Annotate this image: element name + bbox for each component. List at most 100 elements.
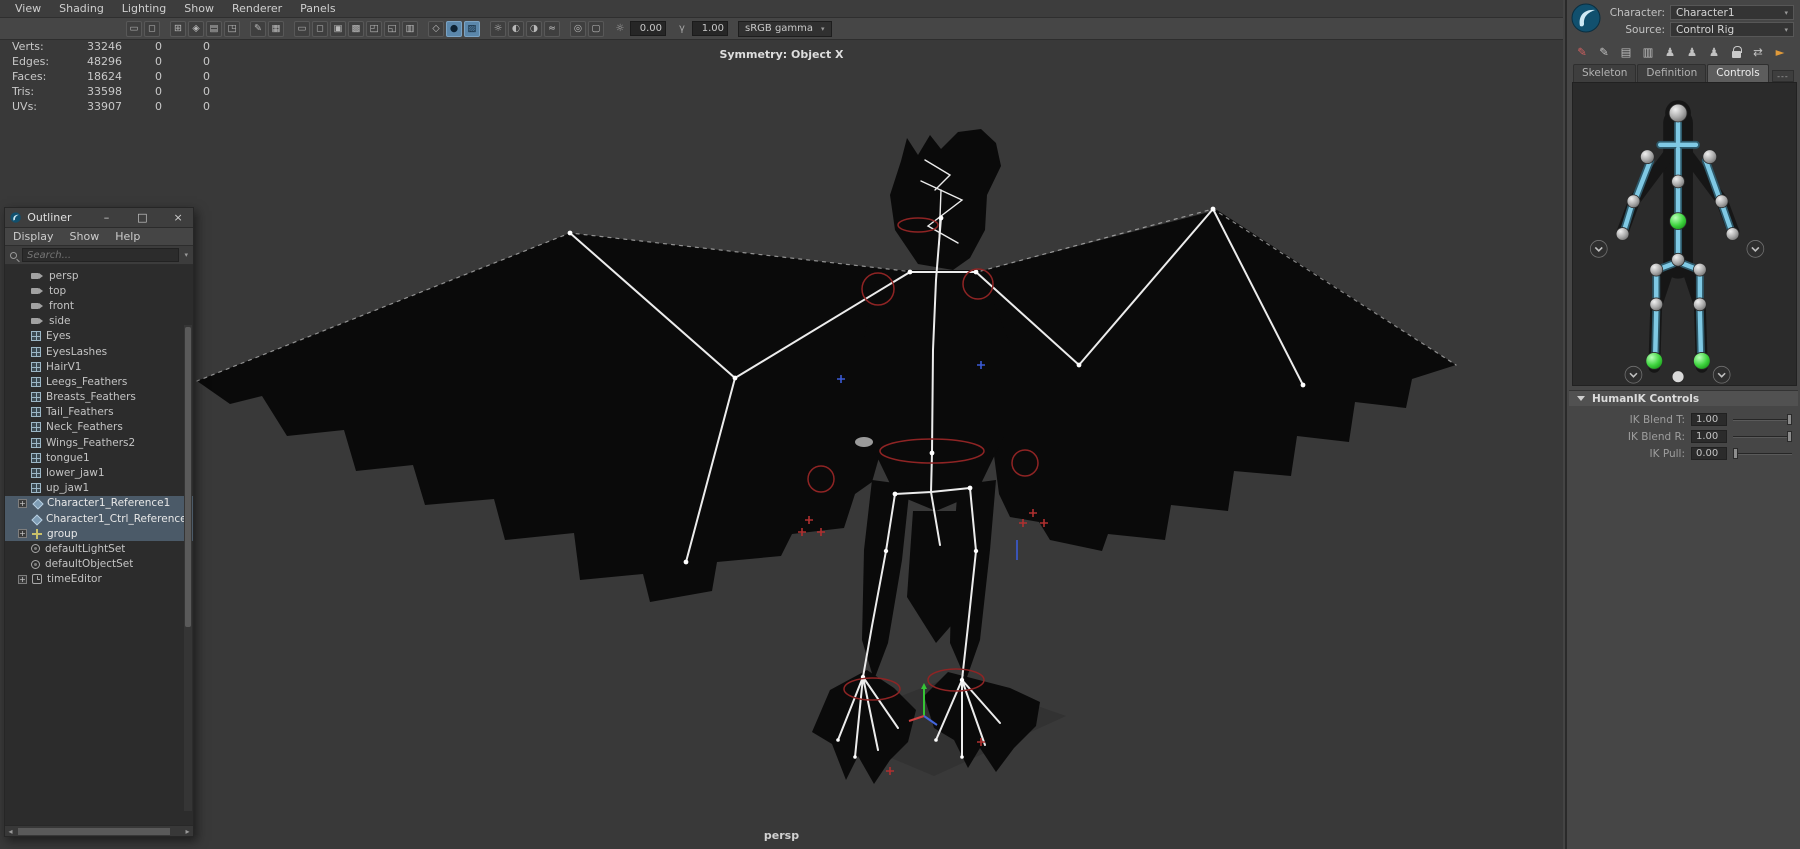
- character-dropdown[interactable]: Character1 ▾: [1670, 5, 1794, 20]
- menu-view[interactable]: View: [6, 1, 50, 16]
- outliner-menu-display[interactable]: Display: [13, 230, 54, 243]
- viewport[interactable]: Verts: 33246 0 0 Edges: 48296 0 0 Faces: 18624 0…: [0, 40, 1563, 849]
- gamma-field[interactable]: 1.00: [692, 21, 728, 36]
- camera-attributes-icon[interactable]: ⊞: [170, 20, 186, 37]
- mirror-icon[interactable]: ⇄: [1750, 44, 1766, 60]
- stance-pose-icon[interactable]: ♟: [1706, 44, 1722, 60]
- menu-panels[interactable]: Panels: [291, 1, 344, 16]
- outliner-item-side[interactable]: side: [5, 314, 193, 329]
- tab-skeleton[interactable]: Skeleton: [1573, 64, 1637, 82]
- ik-pull-field[interactable]: 0.00: [1691, 447, 1727, 460]
- resolution-gate-icon[interactable]: ◻: [312, 20, 328, 37]
- outliner-item-eyeslashes[interactable]: EyesLashes: [5, 344, 193, 359]
- humanik-controls-section-header[interactable]: HumanIK Controls: [1569, 390, 1798, 406]
- grid-icon[interactable]: ▦: [268, 20, 284, 37]
- hud-toggle-icon[interactable]: ▥: [402, 20, 418, 37]
- close-button[interactable]: ×: [171, 211, 185, 224]
- menu-shading[interactable]: Shading: [50, 1, 113, 16]
- outliner-tree[interactable]: persp top front side Eyes EyesLashes Hai…: [5, 265, 193, 825]
- ik-blend-t-field[interactable]: 1.00: [1691, 413, 1727, 426]
- ik-blend-r-slider[interactable]: [1733, 430, 1792, 443]
- slider-knob[interactable]: [1787, 414, 1792, 425]
- outliner-titlebar[interactable]: Outliner – □ ×: [5, 208, 193, 228]
- exposure-field[interactable]: 0.00: [630, 21, 666, 36]
- lights-icon[interactable]: ☼: [490, 20, 506, 37]
- outliner-item-eyes[interactable]: Eyes: [5, 329, 193, 344]
- tab-controls[interactable]: Controls: [1707, 64, 1769, 82]
- bake-arrow-icon[interactable]: ►: [1772, 44, 1788, 60]
- safe-title-icon[interactable]: ◱: [384, 20, 400, 37]
- tab-definition[interactable]: Definition: [1637, 64, 1707, 82]
- outliner-item-persp[interactable]: persp: [5, 268, 193, 283]
- right-leg-expand-button[interactable]: [1712, 365, 1731, 384]
- outliner-menu-show[interactable]: Show: [70, 230, 100, 243]
- outliner-item-breasts-feathers[interactable]: Breasts_Feathers: [5, 390, 193, 405]
- tab-menu-button[interactable]: ---: [1772, 70, 1794, 82]
- outliner-horizontal-scrollbar[interactable]: ◂ ▸: [5, 825, 193, 836]
- source-dropdown[interactable]: Control Rig ▾: [1670, 22, 1794, 37]
- outliner-item-group[interactable]: + group: [5, 526, 193, 542]
- outliner-item-tongue1[interactable]: tongue1: [5, 450, 193, 465]
- skeleton-figure-icon[interactable]: ♟: [1684, 44, 1700, 60]
- menu-lighting[interactable]: Lighting: [113, 1, 175, 16]
- shadows-icon[interactable]: ◐: [508, 20, 524, 37]
- scroll-left-icon[interactable]: ◂: [5, 827, 16, 836]
- shaded-icon[interactable]: ●: [446, 20, 462, 37]
- left-leg-expand-button[interactable]: [1624, 365, 1643, 384]
- expand-toggle[interactable]: +: [18, 529, 27, 539]
- ik-blend-t-slider[interactable]: [1733, 413, 1792, 426]
- outliner-window[interactable]: Outliner – □ × Display Show Help ▾ persp…: [4, 207, 194, 837]
- outliner-item-character1-ctrl-reference[interactable]: Character1_Ctrl_Reference: [5, 511, 193, 527]
- outliner-item-front[interactable]: front: [5, 298, 193, 313]
- gate-mask-icon[interactable]: ▣: [330, 20, 346, 37]
- slider-knob[interactable]: [1733, 448, 1738, 459]
- color-mode-dropdown[interactable]: sRGB gamma ▾: [738, 20, 832, 37]
- wireframe-icon[interactable]: ◇: [428, 20, 444, 37]
- select-camera-icon[interactable]: ▭: [126, 20, 142, 37]
- outliner-item-character1-reference1[interactable]: + Character1_Reference1: [5, 495, 193, 511]
- expand-toggle[interactable]: +: [18, 574, 27, 584]
- textured-icon[interactable]: ▨: [464, 20, 480, 37]
- viewport-canvas[interactable]: [0, 40, 1563, 849]
- ik-blend-r-field[interactable]: 1.00: [1691, 430, 1727, 443]
- outliner-item-lower-jaw1[interactable]: lower_jaw1: [5, 465, 193, 480]
- lock-camera-icon[interactable]: ◻: [144, 20, 160, 37]
- hik-character-picker[interactable]: [1572, 82, 1797, 386]
- edit-character-pencil-icon[interactable]: ✎: [1574, 44, 1590, 60]
- outliner-item-top[interactable]: top: [5, 283, 193, 298]
- outliner-item-wings-feathers2[interactable]: Wings_Feathers2: [5, 435, 193, 450]
- film-gate-icon[interactable]: ▭: [294, 20, 310, 37]
- pan-zoom-icon[interactable]: ◳: [224, 20, 240, 37]
- hand-control[interactable]: [855, 437, 873, 447]
- menu-show[interactable]: Show: [175, 1, 223, 16]
- character-figure-icon[interactable]: ♟: [1662, 44, 1678, 60]
- outliner-item-up-jaw1[interactable]: up_jaw1: [5, 481, 193, 496]
- left-arm-expand-button[interactable]: [1589, 240, 1608, 258]
- expand-toggle[interactable]: +: [18, 498, 27, 508]
- scroll-right-icon[interactable]: ▸: [182, 827, 193, 836]
- outliner-item-neck-feathers[interactable]: Neck_Feathers: [5, 420, 193, 435]
- outliner-search-input[interactable]: [22, 248, 180, 262]
- grease-pencil-icon[interactable]: ✎: [250, 20, 266, 37]
- right-arm-expand-button[interactable]: [1746, 240, 1765, 258]
- minimize-button[interactable]: –: [100, 211, 114, 224]
- scrollbar-thumb[interactable]: [18, 828, 170, 835]
- outliner-item-leegs-feathers[interactable]: Leegs_Feathers: [5, 374, 193, 389]
- outliner-item-timeeditor[interactable]: + timeEditor: [5, 572, 193, 587]
- isolate-select-icon[interactable]: ▢: [588, 20, 604, 37]
- ik-pull-slider[interactable]: [1733, 447, 1792, 460]
- chevron-down-icon[interactable]: ▾: [184, 251, 188, 259]
- outliner-vertical-scrollbar[interactable]: [184, 325, 192, 811]
- maximize-button[interactable]: □: [135, 211, 149, 224]
- safe-action-icon[interactable]: ◰: [366, 20, 382, 37]
- attribute-table-icon[interactable]: ▥: [1640, 44, 1656, 60]
- outliner-item-hairv1[interactable]: HairV1: [5, 359, 193, 374]
- bookmarks-icon[interactable]: ◈: [188, 20, 204, 37]
- outliner-item-tail-feathers[interactable]: Tail_Feathers: [5, 405, 193, 420]
- outliner-item-defaultlightset[interactable]: defaultLightSet: [5, 541, 193, 556]
- character-list-icon[interactable]: ▤: [1618, 44, 1634, 60]
- motion-blur-icon[interactable]: ≈: [544, 20, 560, 37]
- xray-icon[interactable]: ◎: [570, 20, 586, 37]
- scrollbar-thumb[interactable]: [185, 327, 191, 627]
- annotate-pencil-icon[interactable]: ✎: [1596, 44, 1612, 60]
